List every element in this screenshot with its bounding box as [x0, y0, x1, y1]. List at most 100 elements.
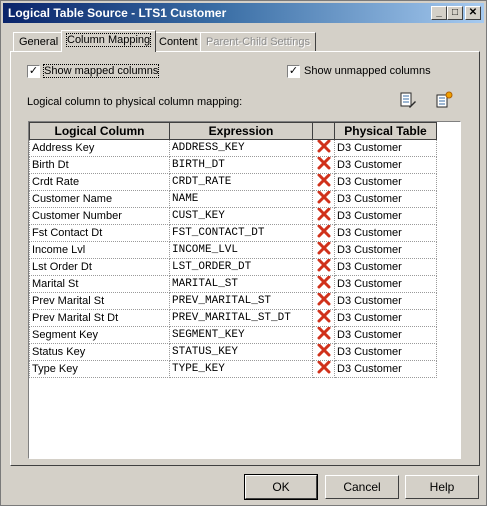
physical-table-cell[interactable]: D3 Customer [334, 309, 437, 327]
table-row[interactable]: Address Key ADDRESS_KEY D3 Customer [29, 139, 437, 157]
column-header-delete[interactable] [312, 122, 335, 140]
table-row[interactable]: Lst Order Dt LST_ORDER_DT D3 Customer [29, 258, 437, 276]
column-header-physical[interactable]: Physical Table [334, 122, 437, 140]
logical-column-cell[interactable]: Lst Order Dt [29, 258, 170, 276]
table-row[interactable]: Fst Contact Dt FST_CONTACT_DT D3 Customer [29, 224, 437, 242]
physical-table-cell[interactable]: D3 Customer [334, 156, 437, 174]
expression-cell[interactable]: STATUS_KEY [169, 343, 313, 361]
cancel-button[interactable]: Cancel [325, 475, 399, 499]
logical-column-cell[interactable]: Type Key [29, 360, 170, 378]
physical-table-cell[interactable]: D3 Customer [334, 224, 437, 242]
physical-table-cell[interactable]: D3 Customer [334, 343, 437, 361]
physical-table-cell[interactable]: D3 Customer [334, 360, 437, 378]
delete-mapping-icon[interactable] [312, 207, 335, 225]
physical-table-cell[interactable]: D3 Customer [334, 190, 437, 208]
expression-cell[interactable]: CRDT_RATE [169, 173, 313, 191]
tab-column-mapping-label: Column Mapping [65, 33, 152, 47]
delete-mapping-icon[interactable] [312, 326, 335, 344]
expression-cell[interactable]: SEGMENT_KEY [169, 326, 313, 344]
logical-column-cell[interactable]: Fst Contact Dt [29, 224, 170, 242]
table-row[interactable]: Marital St MARITAL_ST D3 Customer [29, 275, 437, 293]
window-title: Logical Table Source - LTS1 Customer [8, 6, 227, 20]
delete-mapping-icon[interactable] [312, 292, 335, 310]
delete-mapping-icon[interactable] [312, 190, 335, 208]
table-row[interactable]: Prev Marital St PREV_MARITAL_ST D3 Custome… [29, 292, 437, 310]
ok-button[interactable]: OK [244, 474, 318, 500]
mapping-grid: Logical Column Expression Physical Table… [28, 121, 461, 459]
delete-mapping-icon[interactable] [312, 173, 335, 191]
expression-cell[interactable]: PREV_MARITAL_ST [169, 292, 313, 310]
logical-column-cell[interactable]: Address Key [29, 139, 170, 157]
logical-column-cell[interactable]: Customer Number [29, 207, 170, 225]
expression-cell[interactable]: LST_ORDER_DT [169, 258, 313, 276]
logical-column-cell[interactable]: Birth Dt [29, 156, 170, 174]
physical-table-cell[interactable]: D3 Customer [334, 207, 437, 225]
show-mapped-checkbox[interactable]: ✓ [27, 65, 40, 78]
table-row[interactable]: Income Lvl INCOME_LVL D3 Customer [29, 241, 437, 259]
table-row[interactable]: Status Key STATUS_KEY D3 Customer [29, 343, 437, 361]
expression-cell[interactable]: PREV_MARITAL_ST_DT [169, 309, 313, 327]
physical-table-cell[interactable]: D3 Customer [334, 326, 437, 344]
mapping-table-body: Address Key ADDRESS_KEY D3 Customer Birth D… [29, 139, 437, 378]
show-unmapped-checkbox[interactable]: ✓ [287, 65, 300, 78]
logical-column-cell[interactable]: Prev Marital St Dt [29, 309, 170, 327]
tab-parent-child-settings[interactable]: Parent-Child Settings [200, 32, 316, 51]
tab-general[interactable]: General [13, 32, 65, 51]
show-unmapped-label[interactable]: Show unmapped columns [304, 65, 431, 77]
edit-mapping-icon[interactable] [399, 91, 417, 109]
tab-column-mapping[interactable]: Column Mapping [61, 30, 157, 52]
table-row[interactable]: Customer Number CUST_KEY D3 Customer [29, 207, 437, 225]
column-header-expression[interactable]: Expression [169, 122, 313, 140]
table-row[interactable]: Customer Name NAME D3 Customer [29, 190, 437, 208]
delete-mapping-icon[interactable] [312, 360, 335, 378]
table-row[interactable]: Birth Dt BIRTH_DT D3 Customer [29, 156, 437, 174]
mapping-table: Logical Column Expression Physical Table… [29, 122, 437, 378]
delete-mapping-icon[interactable] [312, 156, 335, 174]
expression-cell[interactable]: MARITAL_ST [169, 275, 313, 293]
table-row[interactable]: Prev Marital St Dt PREV_MARITAL_ST_DT D3 C… [29, 309, 437, 327]
delete-mapping-icon[interactable] [312, 343, 335, 361]
mapping-section-label: Logical column to physical column mappin… [27, 96, 243, 108]
expression-cell[interactable]: FST_CONTACT_DT [169, 224, 313, 242]
physical-table-cell[interactable]: D3 Customer [334, 275, 437, 293]
logical-column-cell[interactable]: Segment Key [29, 326, 170, 344]
logical-column-cell[interactable]: Income Lvl [29, 241, 170, 259]
add-column-icon[interactable] [435, 91, 453, 109]
show-mapped-label[interactable]: Show mapped columns [42, 64, 160, 78]
dialog-window: Logical Table Source - LTS1 Customer _ □… [0, 0, 487, 506]
physical-table-cell[interactable]: D3 Customer [334, 258, 437, 276]
physical-table-cell[interactable]: D3 Customer [334, 139, 437, 157]
close-icon[interactable]: ✕ [465, 6, 481, 20]
logical-column-cell[interactable]: Prev Marital St [29, 292, 170, 310]
delete-mapping-icon[interactable] [312, 224, 335, 242]
logical-column-cell[interactable]: Marital St [29, 275, 170, 293]
table-row[interactable]: Segment Key SEGMENT_KEY D3 Customer [29, 326, 437, 344]
delete-mapping-icon[interactable] [312, 258, 335, 276]
logical-column-cell[interactable]: Status Key [29, 343, 170, 361]
tab-content[interactable]: Content [153, 32, 204, 51]
delete-mapping-icon[interactable] [312, 275, 335, 293]
maximize-icon[interactable]: □ [447, 6, 463, 20]
physical-table-cell[interactable]: D3 Customer [334, 241, 437, 259]
physical-table-cell[interactable]: D3 Customer [334, 173, 437, 191]
logical-column-cell[interactable]: Crdt Rate [29, 173, 170, 191]
physical-table-cell[interactable]: D3 Customer [334, 292, 437, 310]
expression-cell[interactable]: CUST_KEY [169, 207, 313, 225]
expression-cell[interactable]: TYPE_KEY [169, 360, 313, 378]
expression-cell[interactable]: NAME [169, 190, 313, 208]
help-button[interactable]: Help [405, 475, 479, 499]
table-row[interactable]: Crdt Rate CRDT_RATE D3 Customer [29, 173, 437, 191]
delete-mapping-icon[interactable] [312, 139, 335, 157]
table-row[interactable]: Type Key TYPE_KEY D3 Customer [29, 360, 437, 378]
column-header-logical[interactable]: Logical Column [29, 122, 170, 140]
logical-column-cell[interactable]: Customer Name [29, 190, 170, 208]
expression-cell[interactable]: BIRTH_DT [169, 156, 313, 174]
delete-mapping-icon[interactable] [312, 309, 335, 327]
expression-cell[interactable]: ADDRESS_KEY [169, 139, 313, 157]
delete-mapping-icon[interactable] [312, 241, 335, 259]
minimize-icon[interactable]: _ [431, 6, 447, 20]
title-bar[interactable]: Logical Table Source - LTS1 Customer _ □… [3, 3, 484, 23]
table-header-row: Logical Column Expression Physical Table [29, 122, 437, 140]
expression-cell[interactable]: INCOME_LVL [169, 241, 313, 259]
column-mapping-panel: ✓ Show mapped columns ✓ Show unmapped co… [10, 51, 480, 466]
